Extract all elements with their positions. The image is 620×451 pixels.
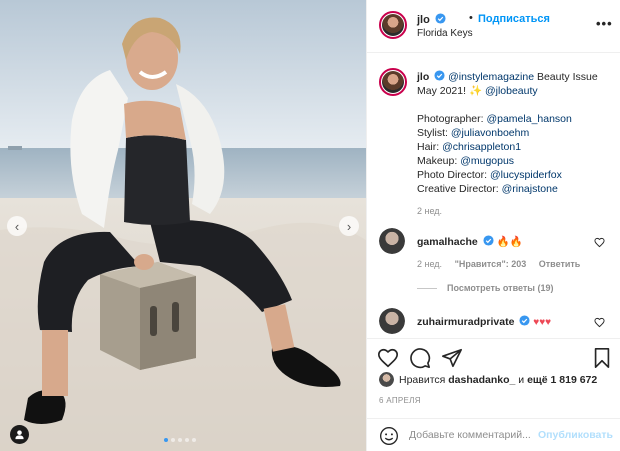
replies-divider xyxy=(417,288,437,290)
post-sidebar: jlo • Подписаться Florida Keys ••• jlo @… xyxy=(366,0,620,451)
follow-button[interactable]: Подписаться xyxy=(478,13,550,25)
comment-body: zuhairmuradprivate ♥♥♥ xyxy=(417,315,551,328)
caption-timestamp[interactable]: 2 нед. xyxy=(417,206,442,216)
sparkles-emoji: ✨ xyxy=(468,85,483,97)
carousel-dot xyxy=(192,438,196,442)
comment-icon[interactable] xyxy=(409,347,431,369)
credit-label: Makeup: xyxy=(417,155,461,167)
verified-badge-icon xyxy=(519,315,530,326)
credit-label: Photo Director: xyxy=(417,169,490,181)
post-header: jlo • Подписаться Florida Keys ••• xyxy=(367,0,620,53)
post-photo[interactable]: ‹ › xyxy=(0,0,366,451)
carousel-dot xyxy=(171,438,175,442)
emoji-icon[interactable] xyxy=(379,426,399,446)
credit-label: Creative Director: xyxy=(417,183,502,195)
commenter-username[interactable]: zuhairmuradprivate xyxy=(417,316,514,328)
carousel-next-button[interactable]: › xyxy=(339,216,359,236)
post-date[interactable]: 6 АПРЕЛЯ xyxy=(379,396,421,405)
likes-count[interactable]: ещё 1 819 672 xyxy=(527,374,597,386)
commenter-avatar[interactable] xyxy=(379,228,405,254)
heart-icon[interactable] xyxy=(377,347,399,369)
likes-text: Нравится dashadanko_ и ещё 1 819 672 xyxy=(399,374,597,386)
credit-label: Photographer: xyxy=(417,113,487,125)
credit-label: Stylist: xyxy=(417,127,451,139)
more-options-button[interactable]: ••• xyxy=(596,16,613,31)
likes-prefix: Нравится xyxy=(399,374,449,386)
credit-label: Hair: xyxy=(417,141,443,153)
add-comment-bar: Опубликовать xyxy=(367,418,620,451)
header-separator: • xyxy=(469,12,473,24)
carousel-indicator xyxy=(164,438,196,442)
verified-badge-icon xyxy=(434,70,445,81)
bookmark-icon[interactable] xyxy=(591,347,613,369)
comment-input[interactable] xyxy=(409,427,559,443)
credit-line: Creative Director: @rinajstone xyxy=(417,182,617,196)
share-icon[interactable] xyxy=(441,347,463,369)
mention-link[interactable]: @lucyspiderfox xyxy=(490,169,562,181)
reply-button[interactable]: Ответить xyxy=(539,259,581,269)
chevron-left-icon: ‹ xyxy=(14,218,20,234)
caption-author-avatar[interactable] xyxy=(379,68,407,96)
author-username[interactable]: jlo xyxy=(417,13,446,26)
credit-line: Makeup: @mugopus xyxy=(417,154,617,168)
publish-button[interactable]: Опубликовать xyxy=(538,429,613,441)
author-username-text[interactable]: jlo xyxy=(417,14,430,26)
credit-line: Stylist: @juliavonboehm xyxy=(417,126,617,140)
mention-link[interactable]: @jlobeauty xyxy=(485,85,538,97)
mention-link[interactable]: @juliavonboehm xyxy=(451,127,529,139)
credit-line: Hair: @chrisappleton1 xyxy=(417,140,617,154)
heart-icon[interactable] xyxy=(594,317,605,328)
view-replies-label: Посмотреть ответы (19) xyxy=(447,283,554,293)
carousel-dot xyxy=(164,438,168,442)
caption-username[interactable]: jlo xyxy=(417,71,429,83)
likes-summary: Нравится dashadanko_ и ещё 1 819 672 xyxy=(379,372,619,388)
mention-link[interactable]: @rinajstone xyxy=(502,183,558,195)
view-replies-button[interactable]: Посмотреть ответы (19) xyxy=(417,283,553,293)
credit-line: Photo Director: @lucyspiderfox xyxy=(417,168,617,182)
comment-meta: 2 нед. "Нравится": 203 Ответить xyxy=(417,259,590,269)
mention-link[interactable]: @mugopus xyxy=(460,155,514,167)
credit-line: Photographer: @pamela_hanson xyxy=(417,112,617,126)
comment-text: ♥♥♥ xyxy=(533,317,552,328)
carousel-dot xyxy=(178,438,182,442)
mention-link[interactable]: @pamela_hanson xyxy=(486,113,571,125)
comment-likes[interactable]: "Нравится": 203 xyxy=(455,259,527,269)
user-tag-icon xyxy=(15,430,24,440)
commenter-username[interactable]: gamalhache xyxy=(417,236,478,248)
mention-link[interactable]: @instylemagazine xyxy=(448,71,534,83)
liker-avatar[interactable] xyxy=(379,372,394,387)
author-avatar[interactable] xyxy=(379,11,407,39)
comment-text: 🔥🔥 xyxy=(496,236,523,248)
verified-badge-icon xyxy=(483,235,494,246)
verified-badge-icon xyxy=(435,13,446,24)
heart-icon[interactable] xyxy=(594,237,605,248)
likes-conjunction: и xyxy=(515,374,528,386)
comment-body: gamalhache 🔥🔥 xyxy=(417,235,523,248)
comment-timestamp[interactable]: 2 нед. xyxy=(417,259,442,269)
mention-link[interactable]: @chrisappleton1 xyxy=(442,141,521,153)
carousel-prev-button[interactable]: ‹ xyxy=(7,216,27,236)
post-location[interactable]: Florida Keys xyxy=(417,28,473,39)
liker-username[interactable]: dashadanko_ xyxy=(448,374,515,386)
caption-line1-text: Beauty Issue xyxy=(534,71,598,83)
chevron-right-icon: › xyxy=(346,218,352,234)
commenter-avatar[interactable] xyxy=(379,308,405,334)
caption-text: jlo @instylemagazine Beauty Issue May 20… xyxy=(417,70,617,196)
user-tags-button[interactable] xyxy=(10,425,29,444)
carousel-dot xyxy=(185,438,189,442)
caption-line2-text: May 2021! xyxy=(417,85,469,97)
photo-image xyxy=(0,0,366,451)
